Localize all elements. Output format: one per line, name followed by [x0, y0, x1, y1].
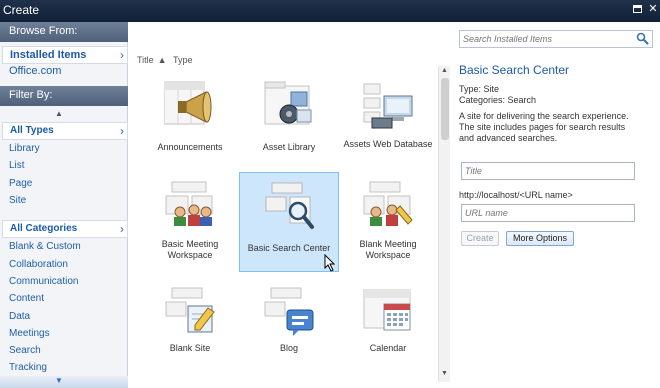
blog-icon — [264, 287, 314, 336]
chevron-right-icon: › — [120, 124, 124, 138]
filter-category[interactable]: Tracking — [9, 362, 47, 374]
item-label: Blank Site — [169, 343, 211, 353]
search-center-icon — [265, 182, 314, 229]
search-input[interactable] — [463, 32, 633, 46]
chevron-right-icon: › — [120, 222, 124, 236]
item-tile[interactable]: Announcements — [140, 72, 240, 172]
item-tile[interactable]: Basic Meeting Workspace — [140, 172, 240, 272]
maximize-icon[interactable] — [631, 3, 643, 15]
filter-type-list[interactable]: List — [9, 160, 25, 171]
title-field[interactable] — [461, 162, 635, 180]
filter-category[interactable]: Communication — [9, 276, 78, 287]
all-categories-label: All Categories — [10, 223, 78, 234]
item-tile[interactable]: Assets Web Database — [338, 72, 438, 172]
installed-items-label: Installed Items — [10, 49, 87, 61]
search-box[interactable] — [459, 30, 653, 48]
nav-installed-items[interactable]: Installed Items › — [2, 46, 128, 64]
filter-category[interactable]: Content — [9, 293, 44, 304]
create-button[interactable]: Create — [461, 231, 499, 246]
sort-bar: Title ▲ Type — [137, 55, 196, 65]
detail-categories: Categories: Search — [459, 95, 537, 105]
left-pane: Browse From: Installed Items › Office.co… — [0, 22, 128, 388]
chevron-right-icon: › — [120, 48, 124, 62]
item-label: Announcements — [157, 142, 223, 152]
calendar-icon — [363, 289, 411, 331]
item-label: Basic Meeting Workspace — [161, 239, 219, 260]
url-name-input[interactable] — [465, 206, 633, 220]
filter-category[interactable]: Collaboration — [9, 259, 68, 270]
filter-type-page[interactable]: Page — [9, 178, 32, 189]
filter-type-site[interactable]: Site — [9, 195, 26, 206]
item-tile[interactable]: Asset Library — [239, 72, 339, 172]
filter-all-types[interactable]: All Types › — [2, 122, 128, 140]
item-label: Blank Meeting Workspace — [359, 239, 417, 260]
dialog-title: Create — [3, 3, 40, 17]
filter-type-library[interactable]: Library — [9, 143, 40, 154]
web-database-icon — [363, 83, 413, 129]
items-scrollbar[interactable]: ▲ ▼ — [438, 66, 450, 382]
item-label: Assets Web Database — [343, 139, 433, 149]
url-label: http://localhost/<URL name> — [459, 190, 573, 200]
url-name-field[interactable] — [461, 204, 635, 222]
blank-meeting-workspace-icon — [363, 181, 413, 226]
browse-from-header: Browse From: — [0, 22, 128, 42]
item-tile[interactable]: Blank Site — [140, 278, 240, 378]
item-label: Calendar — [369, 343, 407, 353]
scroll-up-arrow-icon[interactable]: ▲ — [55, 109, 63, 118]
filter-category[interactable]: Data — [9, 311, 30, 322]
item-tile[interactable]: Blank Meeting Workspace — [338, 172, 438, 272]
filter-category[interactable]: Meetings — [9, 328, 50, 339]
scroll-down-arrow-icon[interactable]: ▼ — [441, 370, 448, 377]
search-icon[interactable] — [636, 32, 649, 45]
sort-ascending-icon: ▲ — [157, 55, 167, 65]
all-types-label: All Types — [10, 125, 54, 136]
mouse-cursor-icon — [324, 254, 336, 272]
scroll-down-strip[interactable]: ▼ — [0, 376, 128, 388]
dialog-titlebar: Create ✕ — [0, 0, 660, 22]
nav-office-com[interactable]: Office.com — [9, 65, 61, 77]
scroll-thumb[interactable] — [441, 78, 449, 140]
filter-by-header: Filter By: — [0, 86, 128, 106]
detail-description: A site for delivering the search experie… — [459, 111, 629, 143]
title-input[interactable] — [465, 164, 633, 178]
detail-title: Basic Search Center — [459, 63, 570, 77]
item-label: Asset Library — [262, 142, 316, 152]
scroll-down-arrow-icon[interactable]: ▼ — [55, 376, 63, 385]
asset-library-icon — [264, 81, 312, 125]
detail-type: Type: Site — [459, 84, 500, 94]
blank-site-icon — [165, 287, 215, 333]
filter-all-categories[interactable]: All Categories › — [2, 220, 128, 238]
more-options-button[interactable]: More Options — [506, 231, 574, 246]
filter-category[interactable]: Search — [9, 345, 41, 356]
announcements-megaphone-icon — [164, 81, 212, 125]
sort-by-type[interactable]: Type — [173, 55, 193, 65]
item-label: Blog — [279, 343, 298, 353]
scroll-up-arrow-icon[interactable]: ▲ — [441, 67, 448, 74]
meeting-workspace-icon — [165, 181, 213, 226]
close-icon[interactable]: ✕ — [647, 3, 659, 15]
filter-category[interactable]: Blank & Custom — [9, 241, 81, 252]
item-label: Basic Search Center — [247, 243, 331, 253]
item-tile[interactable]: Calendar — [338, 278, 438, 378]
item-tile[interactable]: Blog — [239, 278, 339, 378]
sort-by-title[interactable]: Title — [137, 55, 154, 65]
